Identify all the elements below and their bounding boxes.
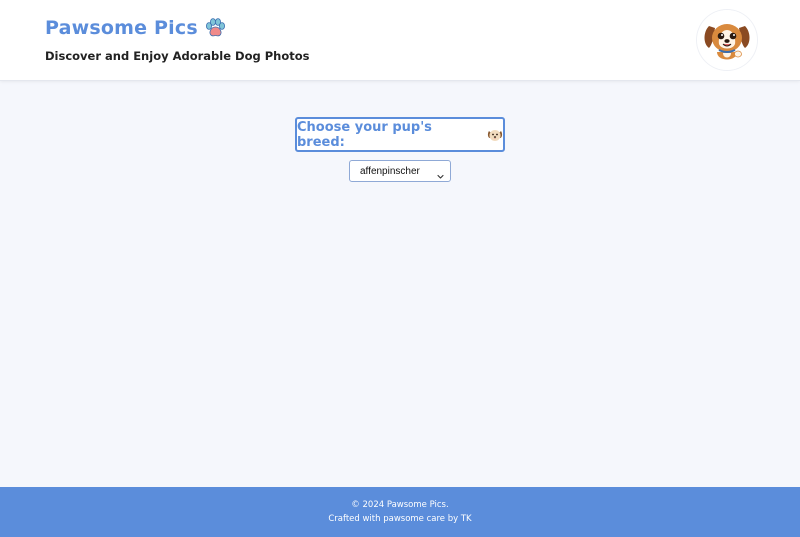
cartoon-dog-icon — [697, 10, 757, 70]
breed-select-value: affenpinscher — [360, 165, 420, 177]
paw-icon — [204, 17, 226, 39]
site-title[interactable]: Pawsome Pics — [45, 17, 198, 39]
site-footer: © 2024 Pawsome Pics. Crafted with pawsom… — [0, 487, 800, 537]
chevron-down-icon — [436, 166, 445, 179]
dog-avatar[interactable] — [697, 10, 757, 70]
breed-prompt-label: Choose your pup's breed: — [297, 119, 432, 150]
site-tagline: Discover and Enjoy Adorable Dog Photos — [45, 49, 310, 63]
breed-select[interactable]: affenpinscher — [349, 160, 451, 182]
brand[interactable]: Pawsome Pics — [45, 17, 226, 39]
site-header: Pawsome Pics Discover and Enjoy Adorable… — [0, 0, 800, 81]
dog-face-icon — [487, 127, 503, 143]
breed-prompt-box: Choose your pup's breed: — [295, 117, 505, 152]
footer-copyright: © 2024 Pawsome Pics. — [351, 500, 449, 510]
footer-credit: Crafted with pawsome care by TK — [328, 514, 472, 524]
